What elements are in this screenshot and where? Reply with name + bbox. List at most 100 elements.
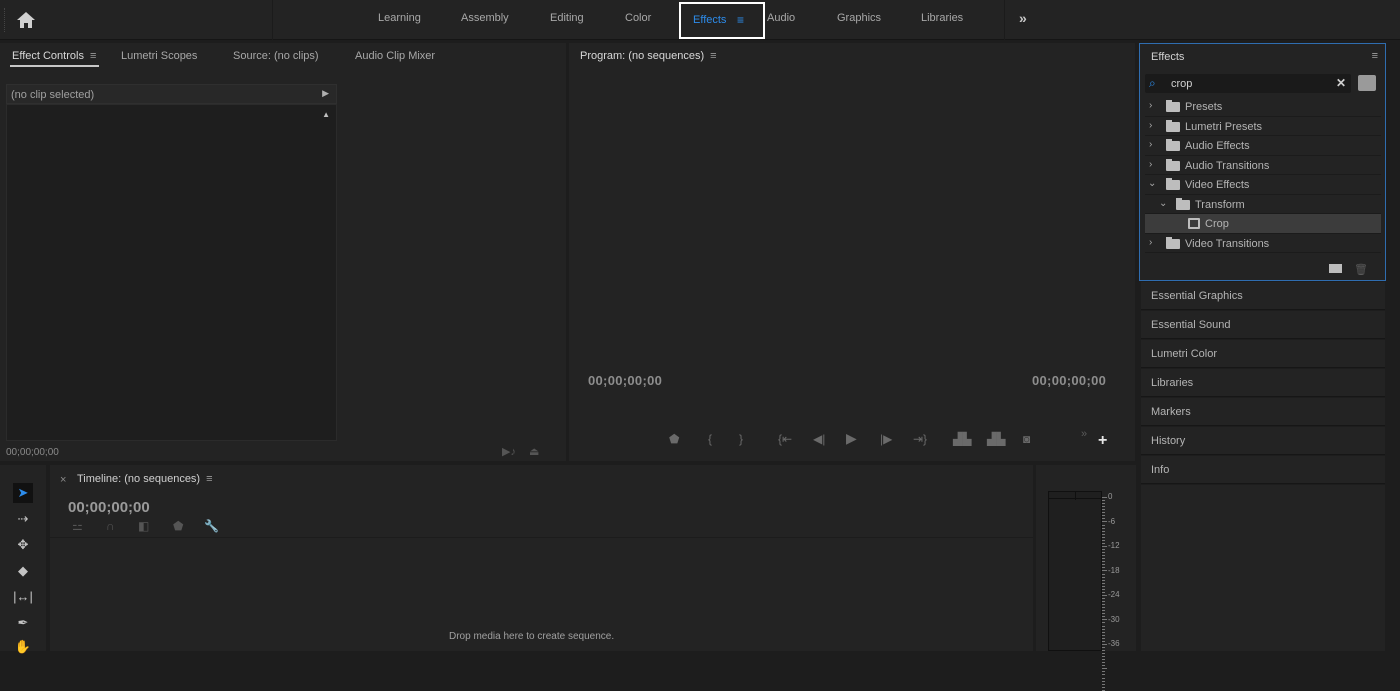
panel-markers[interactable]: Markers [1141,398,1385,426]
panel-essential-graphics[interactable]: Essential Graphics [1141,282,1385,310]
marker-icon[interactable]: ⬟ [669,432,679,446]
tree-item-video-transitions[interactable]: › Video Transitions [1145,234,1381,253]
meter-tick [1102,613,1105,615]
mark-in-icon[interactable]: { [708,432,712,446]
tree-item-crop[interactable]: Crop [1145,214,1381,234]
lift-icon[interactable]: ▟▙ [953,432,971,446]
snap-icon[interactable]: ∩ [106,519,115,533]
razor-tool-icon[interactable]: ◆ [13,561,33,581]
selection-tool-icon[interactable]: ➤ [13,483,33,503]
hamburger-menu-icon[interactable]: ≡ [737,13,744,27]
workspace-tab-color[interactable]: Color [625,12,651,24]
panel-history[interactable]: History [1141,427,1385,455]
chevron-down-icon[interactable]: ⌄ [1159,198,1167,209]
chevron-down-icon[interactable]: ⌄ [1148,178,1156,189]
tree-item-presets[interactable]: › Presets [1145,97,1381,117]
effects-panel: Effects ≡ ⌕ ✕ › Presets › Lumetri Preset… [1139,43,1386,281]
pen-tool-icon[interactable]: ✒ [13,613,33,633]
panel-menu-icon[interactable]: ≡ [710,50,716,62]
effects-search-input[interactable] [1171,76,1331,91]
tab-lumetri-scopes[interactable]: Lumetri Scopes [121,50,197,62]
slip-tool-icon[interactable]: |↔| [13,587,33,607]
chevron-right-icon[interactable]: › [1149,237,1152,248]
tree-item-transform[interactable]: ⌄ Transform [1145,195,1381,214]
add-marker-icon[interactable]: ⬟ [173,519,183,533]
tree-item-audio-effects[interactable]: › Audio Effects [1145,136,1381,156]
meter-tick [1102,588,1105,590]
trash-icon[interactable]: 🗑 [1354,263,1368,276]
workspace-tab-learning[interactable]: Learning [378,12,421,24]
peak-indicators[interactable] [1048,491,1102,500]
timeline-timecode[interactable]: 00;00;00;00 [68,499,150,516]
more-workspaces-icon[interactable]: » [1019,10,1027,26]
preset-folder-icon [1166,100,1180,112]
expand-arrow-icon[interactable]: ▶ [322,88,329,99]
home-icon[interactable] [16,11,36,29]
search-icon: ⌕ [1149,76,1156,90]
workspace-tab-graphics[interactable]: Graphics [837,12,881,24]
filter-clip-icon[interactable]: ▶♪ [502,445,516,458]
mark-out-icon[interactable]: } [739,432,743,446]
meter-tick [1102,549,1105,551]
panel-lumetri-color[interactable]: Lumetri Color [1141,340,1385,368]
tree-item-lumetri-presets[interactable]: › Lumetri Presets [1145,117,1381,136]
tab-program[interactable]: Program: (no sequences) ≡ [580,50,717,62]
meter-tick [1102,539,1105,541]
clip-selector[interactable]: (no clip selected) ▶ [6,84,337,104]
step-forward-icon[interactable]: |▶ [880,432,892,446]
export-frame-icon[interactable]: ◙ [1023,432,1030,446]
step-back-icon[interactable]: ◀| [813,432,825,446]
new-folder-icon[interactable] [1329,264,1342,273]
meter-tick [1102,506,1105,508]
meter-label: -6 [1108,516,1116,526]
extract-icon[interactable]: ▟▙ [987,432,1005,446]
panel-libraries[interactable]: Libraries [1141,369,1385,397]
button-editor-plus-icon[interactable]: + [1098,432,1107,450]
workspace-tab-editing[interactable]: Editing [550,12,584,24]
panel-menu-icon[interactable]: ≡ [206,473,212,485]
chevron-right-icon[interactable]: › [1149,100,1152,111]
chevron-right-icon[interactable]: › [1149,159,1152,170]
tab-timeline[interactable]: Timeline: (no sequences) ≡ [77,473,213,485]
tab-source[interactable]: Source: (no clips) [233,50,319,62]
effect-controls-area: ▲ [6,104,337,441]
linked-selection-icon[interactable]: ◧ [138,519,149,533]
hand-tool-icon[interactable]: ✋ [13,637,33,657]
playhead-timecode[interactable]: 00;00;00;00 [588,373,662,388]
scroll-up-icon[interactable]: ▲ [322,110,330,119]
nest-sequence-icon[interactable]: ⚍ [72,519,83,533]
ripple-edit-tool-icon[interactable]: ✥ [13,535,33,555]
tab-audio-clip-mixer[interactable]: Audio Clip Mixer [355,50,435,62]
clear-search-icon[interactable]: ✕ [1336,76,1346,90]
meter-tick [1102,631,1105,633]
workspace-tab-effects[interactable]: Effects ≡ [679,2,765,39]
meter-tick [1102,668,1107,670]
tree-item-video-effects[interactable]: ⌄ Video Effects [1145,175,1381,195]
chevron-right-icon[interactable]: › [1149,120,1152,131]
panel-info[interactable]: Info [1141,456,1385,484]
tree-item-audio-transitions[interactable]: › Audio Transitions [1145,156,1381,175]
tab-effect-controls[interactable]: Effect Controls ≡ [12,50,96,62]
workspace-tab-audio[interactable]: Audio [767,12,795,24]
panel-label: Essential Sound [1151,319,1231,331]
right-panel-column: Effects ≡ ⌕ ✕ › Presets › Lumetri Preset… [1138,43,1400,651]
workspace-tab-libraries[interactable]: Libraries [921,12,963,24]
go-to-in-icon[interactable]: {⇤ [778,432,792,446]
workspace-tab-effects-label: Effects [693,14,727,26]
meter-tick [1102,634,1105,636]
workspace-tab-assembly[interactable]: Assembly [461,12,509,24]
export-icon[interactable]: ⏏ [529,445,539,458]
panel-menu-icon[interactable]: ≡ [1372,50,1378,62]
close-icon[interactable]: × [60,474,66,486]
new-custom-bin-icon[interactable] [1358,75,1376,91]
panel-essential-sound[interactable]: Essential Sound [1141,311,1385,339]
drag-grip[interactable] [4,8,6,32]
panel-menu-icon[interactable]: ≡ [90,50,96,62]
more-buttons-icon[interactable]: » [1081,428,1087,440]
wrench-icon[interactable]: 🔧 [204,519,219,533]
play-icon[interactable]: ▶ [846,430,857,447]
go-to-out-icon[interactable]: ⇥} [913,432,927,446]
audio-meter-panel: 0 -6 -12 -18 -24 -30 -36 [1036,465,1136,691]
track-select-tool-icon[interactable]: ⇢ [13,509,33,529]
chevron-right-icon[interactable]: › [1149,139,1152,150]
